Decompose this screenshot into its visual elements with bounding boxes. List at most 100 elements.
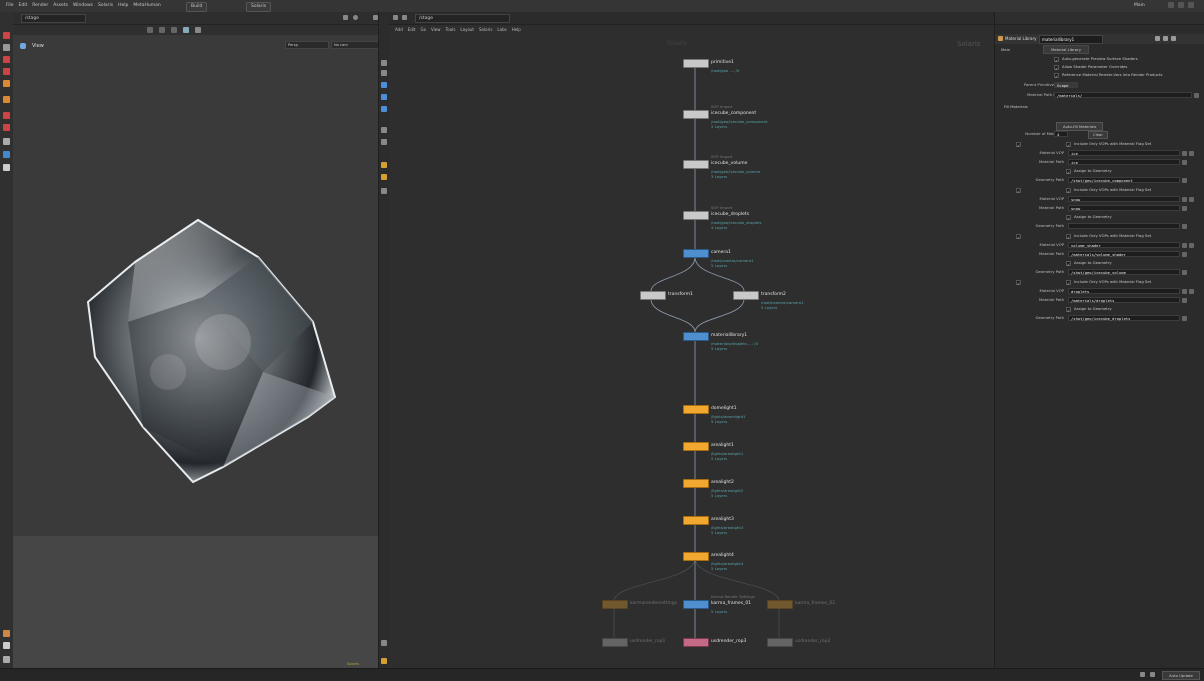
- option-checkbox[interactable]: ✓: [1054, 56, 1059, 63]
- arrow-icon[interactable]: [1182, 315, 1187, 321]
- node-name-label[interactable]: arealight1: [711, 443, 734, 448]
- menu-item[interactable]: Help: [118, 3, 128, 8]
- arrow-icon[interactable]: [1182, 297, 1187, 303]
- geometry-path-field[interactable]: [1068, 223, 1180, 229]
- node-name-label[interactable]: domelight1: [711, 406, 737, 411]
- assign-geometry-checkbox[interactable]: ✓: [1066, 214, 1071, 221]
- menu-item[interactable]: File: [6, 3, 14, 8]
- option-checkbox[interactable]: ✓: [1054, 64, 1059, 71]
- move-tool-icon[interactable]: [3, 44, 10, 51]
- arrow-icon[interactable]: [1194, 92, 1199, 98]
- node-name-label[interactable]: karma_frames_02: [795, 601, 835, 606]
- material-vop-field[interactable]: droplets: [1068, 288, 1180, 294]
- node-name-label[interactable]: icecube_volume: [711, 161, 747, 166]
- material-vop-field[interactable]: ice: [1068, 150, 1180, 156]
- geometry-path-field[interactable]: /shot/geo/icecube_droplets: [1068, 315, 1180, 321]
- node-name-label[interactable]: usdrender_rop3: [711, 639, 746, 644]
- network-node[interactable]: [683, 405, 709, 414]
- material-vop-field[interactable]: snow: [1068, 196, 1180, 202]
- render-icon[interactable]: [3, 630, 10, 637]
- param-tab-main[interactable]: Main: [1001, 47, 1010, 52]
- maximize-icon[interactable]: [1178, 2, 1184, 8]
- only-vops-checkbox[interactable]: ✓: [1066, 141, 1071, 148]
- desktop-tab-build[interactable]: Build: [186, 2, 208, 12]
- jump-icon[interactable]: [1189, 196, 1194, 202]
- grid-icon[interactable]: [381, 60, 387, 66]
- arrow-icon[interactable]: [1182, 205, 1187, 211]
- jump-icon[interactable]: [1189, 242, 1194, 248]
- light-link-icon[interactable]: [381, 162, 387, 168]
- link-icon[interactable]: [1182, 150, 1187, 156]
- shading-icon[interactable]: [183, 27, 189, 33]
- arrow-icon[interactable]: [1182, 159, 1187, 165]
- rotate-tool-icon[interactable]: [3, 56, 10, 63]
- network-node[interactable]: [683, 600, 709, 609]
- num-materials-field[interactable]: 4: [1054, 131, 1068, 137]
- material-path-prefix-field[interactable]: /materials/: [1054, 92, 1192, 98]
- network-node[interactable]: [683, 160, 709, 169]
- snapshot-icon[interactable]: [381, 640, 387, 646]
- gear-icon[interactable]: [1155, 36, 1160, 41]
- network-node[interactable]: [683, 442, 709, 451]
- network-node[interactable]: [767, 638, 793, 647]
- isolate-icon[interactable]: [381, 127, 387, 133]
- network-node[interactable]: [683, 479, 709, 488]
- visibility-icon[interactable]: [381, 106, 387, 112]
- node-name-label[interactable]: camera1: [711, 250, 731, 255]
- background-icon[interactable]: [381, 139, 387, 145]
- info-icon[interactable]: [1171, 36, 1176, 41]
- link-icon[interactable]: [1182, 288, 1187, 294]
- menu-item[interactable]: Assets: [53, 3, 68, 8]
- camera-menu[interactable]: No cam: [331, 41, 379, 49]
- node-name-label[interactable]: icecube_component: [711, 111, 756, 116]
- close-icon[interactable]: [1188, 2, 1194, 8]
- render-region-icon[interactable]: [381, 174, 387, 180]
- network-node[interactable]: [683, 59, 709, 68]
- layout-icon[interactable]: [381, 658, 387, 664]
- network-node[interactable]: [683, 249, 709, 258]
- node-name-label[interactable]: icecube_droplets: [711, 212, 749, 217]
- node-name-label[interactable]: karmarendersettings: [630, 601, 677, 606]
- minimize-icon[interactable]: [1168, 2, 1174, 8]
- node-name-label[interactable]: transform2: [761, 292, 786, 297]
- jump-icon[interactable]: [1189, 150, 1194, 156]
- light-icon[interactable]: [3, 138, 10, 145]
- node-name-label[interactable]: karma_frames_01: [711, 601, 751, 606]
- help-icon[interactable]: [1163, 36, 1168, 41]
- status-warning-icon[interactable]: [1150, 672, 1155, 677]
- material-enable-checkbox[interactable]: ✓: [1016, 141, 1021, 148]
- parent-primitive-type-select[interactable]: Scope: [1054, 82, 1078, 88]
- node-name-label[interactable]: usdrender_rop1: [630, 639, 665, 644]
- network-node[interactable]: [602, 600, 628, 609]
- network-node[interactable]: [640, 291, 666, 300]
- node-name-label[interactable]: arealight4: [711, 553, 734, 558]
- assign-geometry-checkbox[interactable]: ✓: [1066, 306, 1071, 313]
- network-node[interactable]: [683, 638, 709, 647]
- transform-mode-icon[interactable]: [159, 27, 165, 33]
- param-tab-material-library[interactable]: Material Library: [1043, 45, 1089, 54]
- only-vops-checkbox[interactable]: ✓: [1066, 279, 1071, 286]
- assign-geometry-checkbox[interactable]: ✓: [1066, 260, 1071, 267]
- shading-icon[interactable]: [381, 82, 387, 88]
- scale-tool-icon[interactable]: [3, 68, 10, 75]
- network-node[interactable]: [602, 638, 628, 647]
- node-name-label[interactable]: usdrender_rop2: [795, 639, 830, 644]
- desktop-tab-solaris[interactable]: Solaris: [246, 2, 272, 12]
- material-path-field[interactable]: snow: [1068, 205, 1180, 211]
- select-tool-icon[interactable]: [3, 32, 10, 39]
- node-name-label[interactable]: arealight3: [711, 517, 734, 522]
- ghost-icon[interactable]: [381, 70, 387, 76]
- material-vop-field[interactable]: volume_shader: [1068, 242, 1180, 248]
- view-icon[interactable]: [3, 164, 10, 171]
- status-info-icon[interactable]: [1140, 672, 1145, 677]
- magnet-icon[interactable]: [3, 112, 10, 119]
- jump-icon[interactable]: [1189, 288, 1194, 294]
- only-vops-checkbox[interactable]: ✓: [1066, 233, 1071, 240]
- assign-geometry-checkbox[interactable]: ✓: [1066, 168, 1071, 175]
- history-icon[interactable]: [353, 15, 358, 20]
- snap-icon[interactable]: [171, 27, 177, 33]
- geometry-path-field[interactable]: /shot/geo/icecube_component: [1068, 177, 1180, 183]
- menu-item[interactable]: Render: [32, 3, 48, 8]
- arrow-icon[interactable]: [1182, 251, 1187, 257]
- network-node[interactable]: [683, 516, 709, 525]
